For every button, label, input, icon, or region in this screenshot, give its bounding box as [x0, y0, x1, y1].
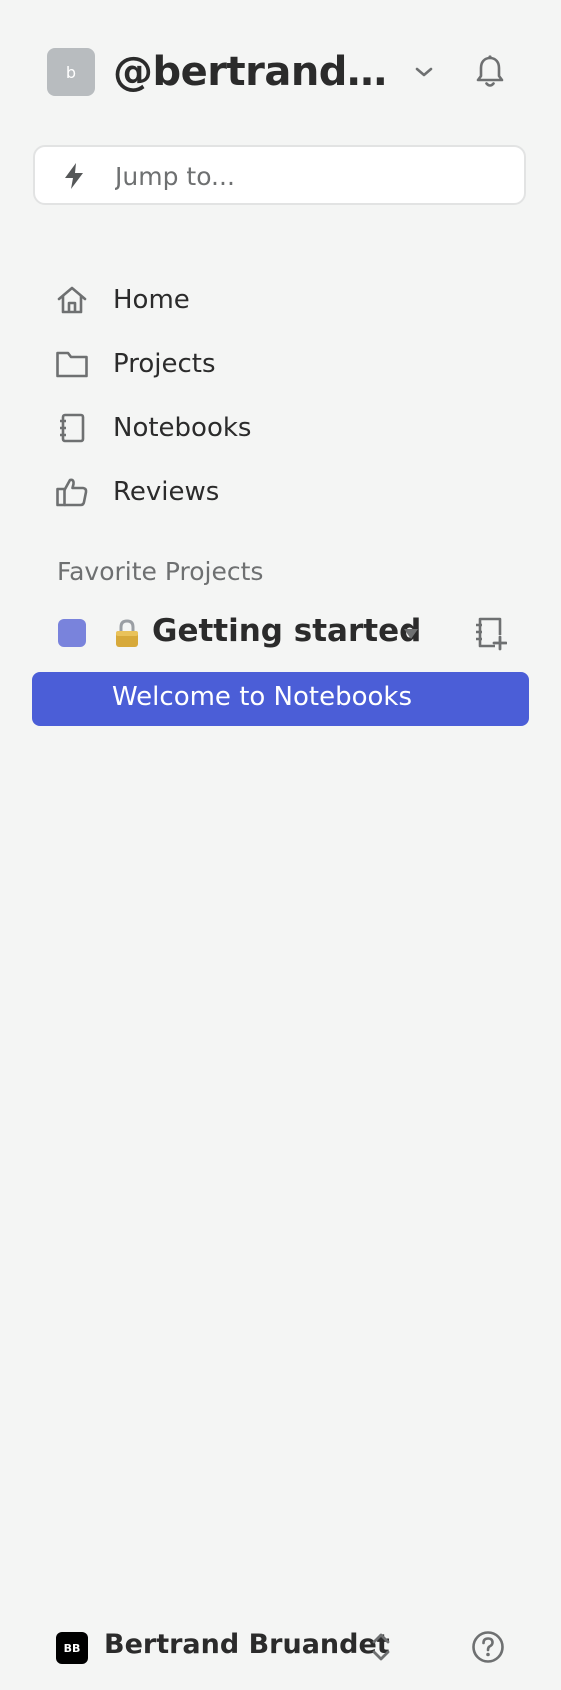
thumbs-up-icon — [55, 475, 89, 509]
help-icon[interactable] — [471, 1630, 505, 1664]
nav-item-notebooks[interactable]: Notebooks — [55, 396, 505, 460]
nav-item-label: Reviews — [113, 477, 220, 507]
nav-item-label: Projects — [113, 349, 216, 379]
lightning-icon — [65, 163, 83, 189]
favorite-projects-heading: Favorite Projects — [57, 557, 264, 586]
chevron-up-down-icon[interactable] — [370, 1630, 392, 1664]
notebook-item-welcome[interactable]: Welcome to Notebooks — [32, 672, 529, 726]
home-icon — [55, 283, 89, 317]
jump-to-search[interactable] — [33, 145, 526, 205]
workspace-name[interactable]: @bertrandbruandet — [113, 50, 399, 94]
nav-item-projects[interactable]: Projects — [55, 332, 505, 396]
nav-item-reviews[interactable]: Reviews — [55, 460, 505, 524]
workspace-avatar[interactable]: b — [47, 48, 95, 96]
favorite-project-getting-started[interactable]: Getting started — [58, 610, 518, 658]
primary-nav: Home Projects Notebooks Reviews — [55, 268, 505, 524]
folder-icon — [55, 347, 89, 381]
nav-item-label: Notebooks — [113, 413, 252, 443]
new-notebook-icon[interactable] — [473, 615, 507, 651]
user-name[interactable]: Bertrand Bruandet — [104, 1629, 390, 1660]
chevron-down-icon[interactable] — [412, 60, 436, 84]
notebook-icon — [55, 411, 89, 445]
nav-item-label: Home — [113, 285, 190, 315]
user-footer: BB Bertrand Bruandet — [56, 1627, 516, 1667]
bell-icon[interactable] — [473, 54, 507, 90]
project-name: Getting started — [152, 613, 422, 649]
notebook-label: Welcome to Notebooks — [112, 682, 413, 712]
nav-item-home[interactable]: Home — [55, 268, 505, 332]
search-input[interactable] — [115, 157, 495, 195]
user-avatar[interactable]: BB — [56, 1632, 88, 1664]
workspace-header: b @bertrandbruandet — [47, 48, 517, 96]
lock-icon — [116, 619, 138, 647]
project-color-swatch — [58, 619, 86, 647]
caret-down-icon[interactable] — [402, 627, 420, 641]
